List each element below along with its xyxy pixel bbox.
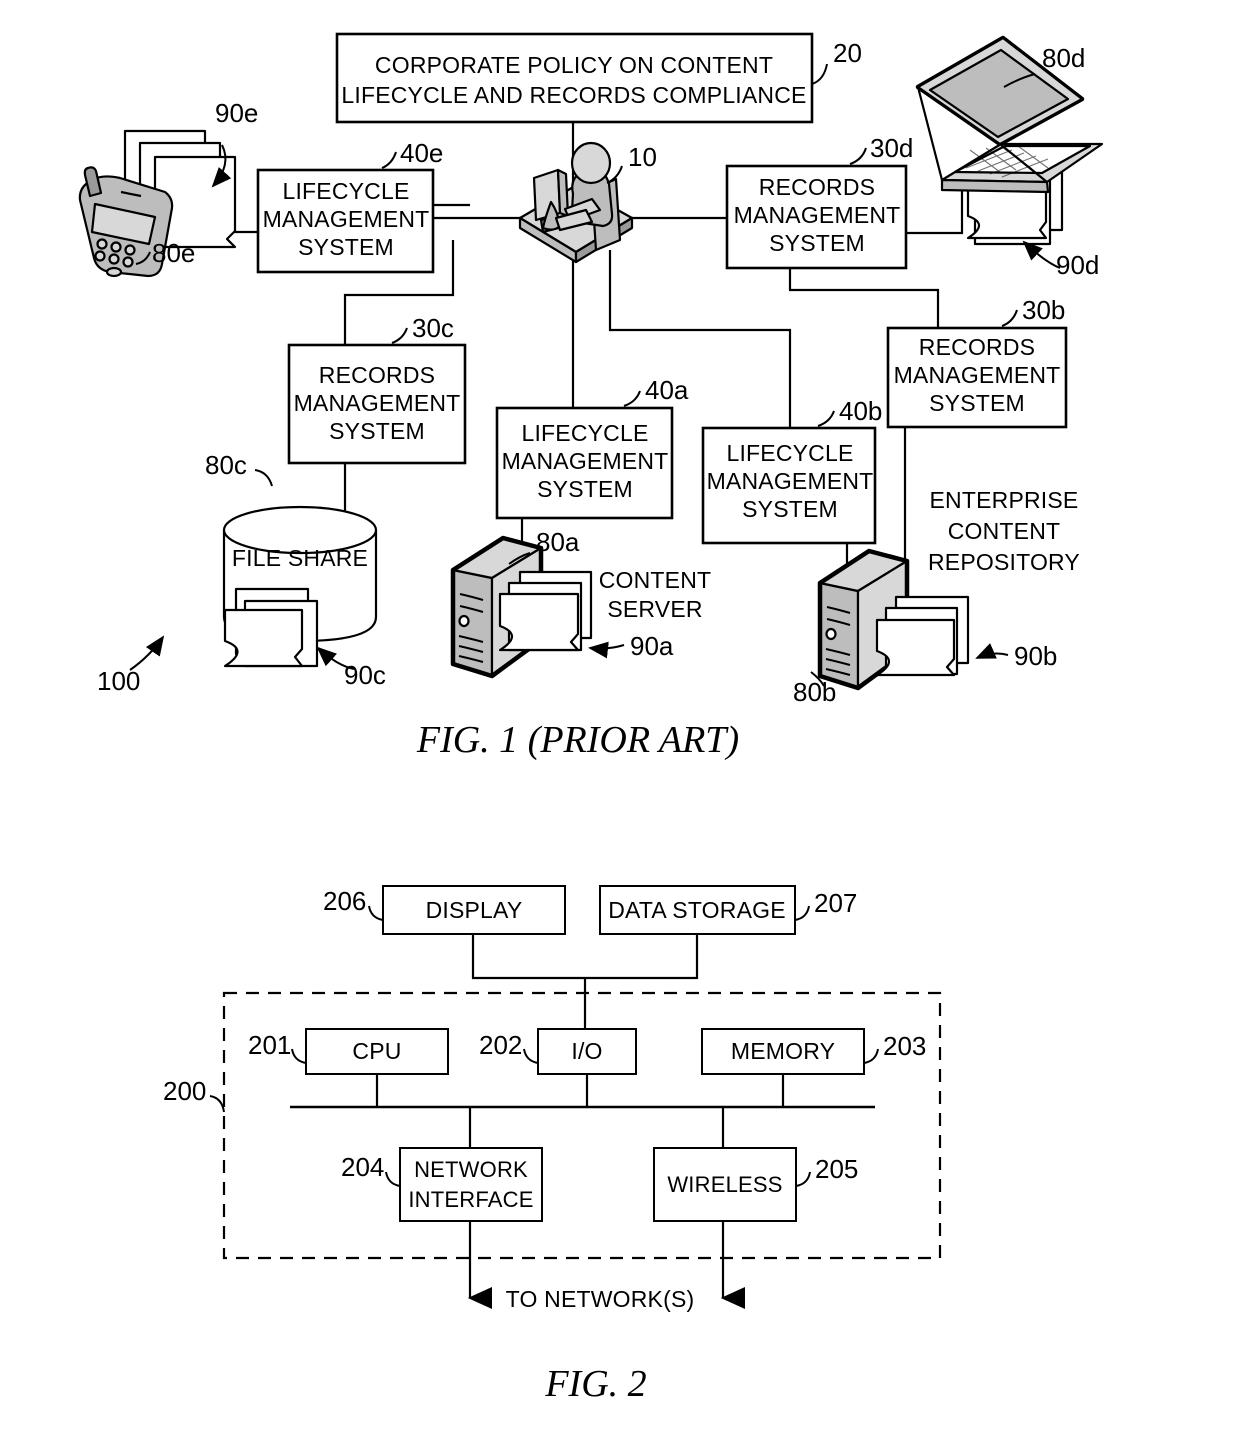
node-lifecycle-management-system-40a: LIFECYCLE MANAGEMENT SYSTEM 40a <box>495 375 689 520</box>
figure-2-group: 200 DISPLAY 206 DATA STORAGE 207 CPU 201 <box>163 885 942 1405</box>
content-server-line-2: SERVER <box>607 596 702 622</box>
corporate-policy-box <box>335 32 814 124</box>
rms-30d-line-2: MANAGEMENT <box>734 202 901 228</box>
display-label: DISPLAY <box>426 897 523 923</box>
rms-30c-line-1: RECORDS <box>319 362 435 388</box>
lms-40e-line-2: MANAGEMENT <box>263 206 430 232</box>
ref-90c: 90c <box>344 660 386 690</box>
ref-40e: 40e <box>400 138 443 168</box>
node-wireless: WIRELESS 205 <box>653 1147 858 1222</box>
content-server-line-1: CONTENT <box>599 567 712 593</box>
storage-file-share: FILE SHARE 80c 90c <box>205 450 386 690</box>
ref-204: 204 <box>341 1152 384 1182</box>
node-lifecycle-management-system-40b: LIFECYCLE MANAGEMENT SYSTEM 40b <box>701 396 882 545</box>
node-io: I/O 202 <box>479 1028 637 1075</box>
ref-80c: 80c <box>205 450 247 480</box>
figures-canvas: CORPORATE POLICY ON CONTENT LIFECYCLE AN… <box>78 32 1104 1405</box>
lms-40e-line-3: SYSTEM <box>298 234 394 260</box>
ref-201: 201 <box>248 1030 291 1060</box>
device-mobile-phone: 90e 80e <box>78 98 258 278</box>
ref-205: 205 <box>815 1154 858 1184</box>
documents-90a <box>498 570 593 652</box>
device-content-server: 80a CONTENT SERVER 90a <box>450 527 712 679</box>
lms-40b-line-2: MANAGEMENT <box>707 468 874 494</box>
network-interface-line-1: NETWORK <box>414 1157 528 1182</box>
figure-1-group: CORPORATE POLICY ON CONTENT LIFECYCLE AN… <box>78 32 1104 761</box>
lms-40e-line-1: LIFECYCLE <box>282 178 409 204</box>
lms-40b-line-3: SYSTEM <box>742 496 838 522</box>
rms-30d-line-1: RECORDS <box>759 174 875 200</box>
ref-100: 100 <box>97 666 140 696</box>
wireless-label: WIRELESS <box>667 1172 782 1197</box>
node-lifecycle-management-system-40e: LIFECYCLE MANAGEMENT SYSTEM 40e <box>256 138 443 274</box>
lms-40b-line-1: LIFECYCLE <box>726 440 853 466</box>
ref-202: 202 <box>479 1030 522 1060</box>
node-records-management-system-30c: RECORDS MANAGEMENT SYSTEM 30c <box>287 313 467 465</box>
node-records-management-system-30b: RECORDS MANAGEMENT SYSTEM 30b <box>886 295 1068 429</box>
node-network-interface: NETWORK INTERFACE 204 <box>341 1147 543 1222</box>
node-records-management-system-30d: RECORDS MANAGEMENT SYSTEM 30d <box>725 133 913 270</box>
ref-30d: 30d <box>870 133 913 163</box>
enterprise-repo-line-1: ENTERPRISE <box>930 487 1079 513</box>
node-memory: MEMORY 203 <box>701 1028 926 1075</box>
ref-90a: 90a <box>630 631 674 661</box>
corporate-policy-line-1: CORPORATE POLICY ON CONTENT <box>375 52 773 78</box>
lms-40a-line-3: SYSTEM <box>537 476 633 502</box>
fig2-network-egress: TO NETWORK(S) <box>467 1221 745 1312</box>
to-networks-label: TO NETWORK(S) <box>506 1286 695 1312</box>
ref-20: 20 <box>833 38 862 68</box>
rms-30d-line-3: SYSTEM <box>769 230 865 256</box>
ref-206: 206 <box>323 886 366 916</box>
fig1-system-reference: 100 <box>97 635 165 696</box>
ref-80d: 80d <box>1042 43 1085 73</box>
data-storage-label: DATA STORAGE <box>608 897 786 923</box>
lms-40a-line-2: MANAGEMENT <box>502 448 669 474</box>
fig2-bus <box>290 1074 875 1148</box>
ref-30c: 30c <box>412 313 454 343</box>
ref-90b: 90b <box>1014 641 1057 671</box>
file-share-label: FILE SHARE <box>232 545 368 571</box>
documents-90b <box>875 595 970 677</box>
documents-90c <box>223 587 319 668</box>
patent-drawing-sheet: CORPORATE POLICY ON CONTENT LIFECYCLE AN… <box>0 0 1240 1435</box>
rms-30b-line-2: MANAGEMENT <box>894 362 1061 388</box>
ref-40b: 40b <box>839 396 882 426</box>
io-label: I/O <box>571 1038 602 1064</box>
ref-80e: 80e <box>152 238 195 268</box>
rms-30c-line-3: SYSTEM <box>329 418 425 444</box>
ref-207: 207 <box>814 888 857 918</box>
ref-40a: 40a <box>645 375 689 405</box>
node-data-storage: DATA STORAGE 207 <box>599 885 857 935</box>
fig2-top-connectors <box>471 934 699 1029</box>
enterprise-repo-line-3: REPOSITORY <box>928 549 1080 575</box>
fig1-caption: FIG. 1 (PRIOR ART) <box>416 719 739 761</box>
enterprise-repo-line-2: CONTENT <box>948 518 1061 544</box>
ref-80b: 80b <box>793 677 836 707</box>
network-interface-line-2: INTERFACE <box>408 1187 533 1212</box>
ref-30b: 30b <box>1022 295 1065 325</box>
node-display: DISPLAY 206 <box>323 885 566 935</box>
lms-40a-line-1: LIFECYCLE <box>521 420 648 446</box>
ref-90e: 90e <box>215 98 258 128</box>
ref-80a: 80a <box>536 527 580 557</box>
fig2-caption: FIG. 2 <box>544 1363 646 1405</box>
device-laptop: 80d 90d <box>915 35 1104 280</box>
rms-30b-line-1: RECORDS <box>919 334 1035 360</box>
node-corporate-policy: CORPORATE POLICY ON CONTENT LIFECYCLE AN… <box>335 32 862 124</box>
ref-200: 200 <box>163 1076 206 1106</box>
rms-30b-line-3: SYSTEM <box>929 390 1025 416</box>
ref-10: 10 <box>628 142 657 172</box>
ref-203: 203 <box>883 1031 926 1061</box>
cpu-label: CPU <box>352 1038 401 1064</box>
corporate-policy-line-2: LIFECYCLE AND RECORDS COMPLIANCE <box>341 82 806 108</box>
memory-label: MEMORY <box>731 1038 835 1064</box>
actor-user-workstation: 10 <box>518 141 657 264</box>
rms-30c-line-2: MANAGEMENT <box>294 390 461 416</box>
ref-90d: 90d <box>1056 250 1099 280</box>
node-cpu: CPU 201 <box>248 1028 449 1075</box>
